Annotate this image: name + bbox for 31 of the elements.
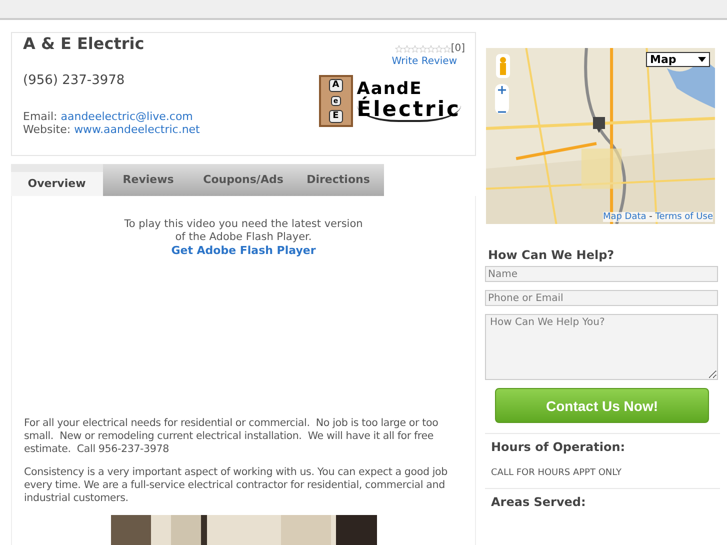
section-title: Hours of Operation:: [491, 440, 626, 454]
email-link[interactable]: aandeelectric@live.com: [60, 110, 193, 123]
tab[interactable]: Directions: [292, 164, 384, 196]
website-label: Website:: [23, 123, 71, 136]
map-type-dropdown[interactable]: Map: [646, 52, 710, 67]
write-review-link[interactable]: Write Review: [392, 56, 457, 67]
flash-player-link[interactable]: Get Adobe Flash Player: [24, 244, 463, 257]
message-field[interactable]: How Can We Help You?: [485, 314, 718, 380]
zoom-control[interactable]: [495, 84, 509, 114]
hours-text: CALL FOR HOURS APPT ONLY: [491, 468, 622, 478]
tab[interactable]: Coupons/Ads: [194, 164, 292, 196]
business-name: A & E Electric: [23, 34, 146, 53]
contact-button[interactable]: Contact Us Now!: [495, 388, 709, 423]
form-title: How Can We Help?: [488, 248, 616, 262]
description-paragraph: For all your electrical needs for residential or commercial. No job is too large or too small. New or remodeling current electrical installation. We will have it all for free estimate. Call 956-237-3978: [24, 417, 440, 456]
input-field[interactable]: Name: [485, 266, 718, 282]
map-data-link[interactable]: Map Data: [602, 212, 646, 222]
input-field[interactable]: Phone or Email: [485, 290, 718, 306]
flash-message: To play this video you need the latest version of the Adobe Flash Player.: [123, 218, 364, 244]
email-label: Email:: [23, 110, 58, 123]
caret-icon: [698, 57, 706, 62]
terms-link[interactable]: Terms of Use: [655, 212, 713, 222]
tab[interactable]: Reviews: [102, 164, 194, 196]
review-count: [0]: [450, 43, 465, 54]
separator: -: [649, 212, 652, 222]
tab[interactable]: Overview: [11, 164, 103, 196]
section-title: Areas Served:: [491, 495, 587, 509]
website-link[interactable]: www.aandeelectric.net: [74, 123, 200, 136]
description-paragraph: Consistency is a very important aspect of working with us. You can expect a good job every time. We are a full-service electrical contractor for residential, commercial and industrial customers.: [24, 466, 448, 505]
phone-number: (956) 237-3978: [23, 73, 126, 88]
map-marker-icon[interactable]: [593, 117, 605, 133]
